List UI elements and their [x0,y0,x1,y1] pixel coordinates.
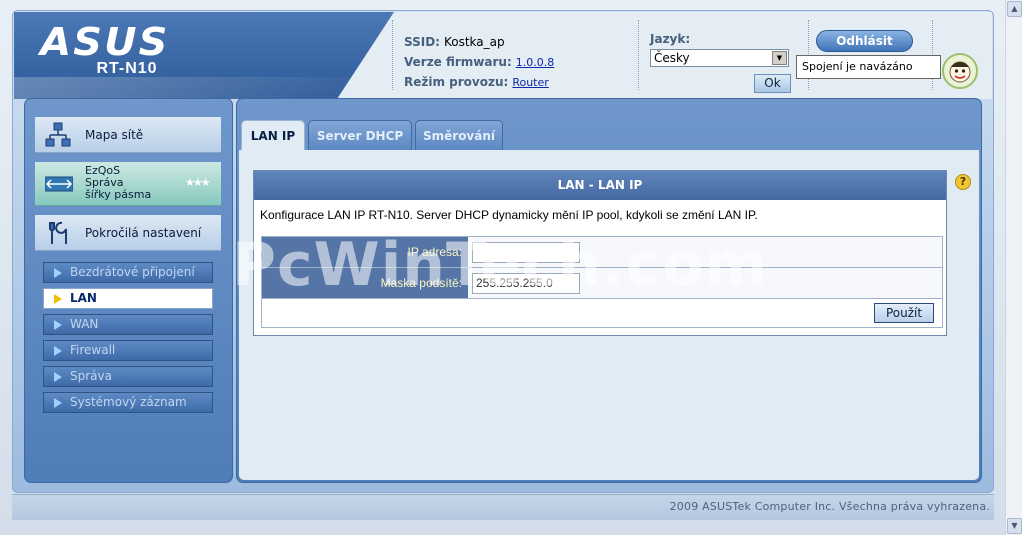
section-description: Konfigurace LAN IP RT-N10. Server DHCP d… [260,208,758,222]
section-title: LAN - LAN IP [254,171,946,200]
language-select[interactable]: Česky ▼ [650,49,789,67]
tab-content: LAN - LAN IP Konfigurace LAN IP RT-N10. … [239,150,979,480]
chevron-down-icon[interactable]: ▼ [772,51,787,65]
sidebar-item-advanced[interactable]: Pokročilá nastavení [35,215,221,251]
network-map-icon [45,122,71,147]
ip-address-label: IP adresa: [262,237,468,267]
subnet-mask-cell: 255.255.255.0 [468,268,942,298]
user-face-icon [949,61,971,83]
language-label: Jazyk: [650,32,691,46]
sidebar-item-firewall[interactable]: Firewall [43,340,213,361]
ssid-label: SSID: [404,35,440,49]
header-divider [392,20,393,90]
ip-address-cell [468,237,942,267]
mode-label: Režim provozu: [404,75,509,89]
tab-routing[interactable]: Směrování [415,120,503,150]
stars-icon: ★★★ [185,176,211,189]
router-admin-page: ASUS RT-N10 SSID: Kostka_ap Verze firmwar… [0,0,1022,535]
scroll-down-icon[interactable]: ▼ [1007,518,1022,534]
sidebar: Mapa sítě EzQoS Správa šířky pásma ★★★ P… [24,98,233,483]
subnet-mask-input[interactable]: 255.255.255.0 [472,273,580,294]
language-selected-value: Česky [654,51,690,65]
lan-ip-section: LAN - LAN IP Konfigurace LAN IP RT-N10. … [253,170,947,336]
sidebar-item-system-log[interactable]: Systémový záznam [43,392,213,413]
sidebar-item-label: Pokročilá nastavení [85,226,202,240]
subnet-mask-label: Maska podsítě: [262,268,468,298]
tools-icon [49,221,67,244]
sidebar-item-ezqos[interactable]: EzQoS Správa šířky pásma ★★★ [35,162,221,206]
firmware-label: Verze firmwaru: [404,55,512,69]
device-info: SSID: Kostka_ap Verze firmwaru: 1.0.0.8 Re… [404,32,644,92]
sidebar-item-label: EzQoS Správa šířky pásma [85,164,152,201]
footer: 2009 ASUSTek Computer Inc. Všechna práva… [12,494,994,520]
connection-status-tooltip: Spojení je navázáno [796,55,941,79]
header-divider [638,20,639,90]
bandwidth-icon [45,176,73,192]
firmware-row: Verze firmwaru: 1.0.0.8 [404,52,644,72]
ip-address-row: IP adresa: [262,237,942,268]
mode-link[interactable]: Router [512,76,548,89]
language-box: Jazyk: Česky ▼ Ok [650,32,800,93]
ssid-value: Kostka_ap [443,35,505,49]
connection-status-icon[interactable] [942,53,978,89]
copyright-text: 2009 ASUSTek Computer Inc. Všechna práva… [669,500,990,513]
ip-address-input[interactable] [472,242,580,263]
sidebar-item-network-map[interactable]: Mapa sítě [35,117,221,153]
sidebar-item-wireless[interactable]: Bezdrátové připojení [43,262,213,283]
sidebar-item-label: Mapa sítě [85,128,144,142]
brand-logo: ASUS [40,20,170,64]
main-panel: LAN IP Server DHCP Směrování LAN - LAN I… [236,98,982,483]
lan-ip-form: IP adresa: Maska podsítě: 255.255.255.0 … [261,236,943,328]
scroll-up-icon[interactable]: ▲ [1007,1,1022,17]
ssid-row: SSID: Kostka_ap [404,32,644,52]
logo-area: ASUS RT-N10 [14,12,394,99]
tab-lan-ip[interactable]: LAN IP [241,120,305,150]
tab-dhcp-server[interactable]: Server DHCP [308,120,412,150]
sidebar-item-lan[interactable]: LAN [43,288,213,309]
sidebar-item-administration[interactable]: Správa [43,366,213,387]
logout-button[interactable]: Odhlásit [816,30,913,52]
vertical-scrollbar[interactable]: ▲ ▼ [1005,0,1022,535]
sidebar-item-wan[interactable]: WAN [43,314,213,335]
subnet-mask-row: Maska podsítě: 255.255.255.0 [262,268,942,299]
model-name: RT-N10 [96,60,158,77]
mode-row: Režim provozu: Router [404,72,644,92]
header: ASUS RT-N10 SSID: Kostka_ap Verze firmwar… [14,12,992,99]
apply-button[interactable]: Použít [874,303,934,323]
firmware-link[interactable]: 1.0.0.8 [516,56,554,69]
help-icon[interactable]: ? [955,174,971,190]
language-ok-button[interactable]: Ok [754,74,791,93]
